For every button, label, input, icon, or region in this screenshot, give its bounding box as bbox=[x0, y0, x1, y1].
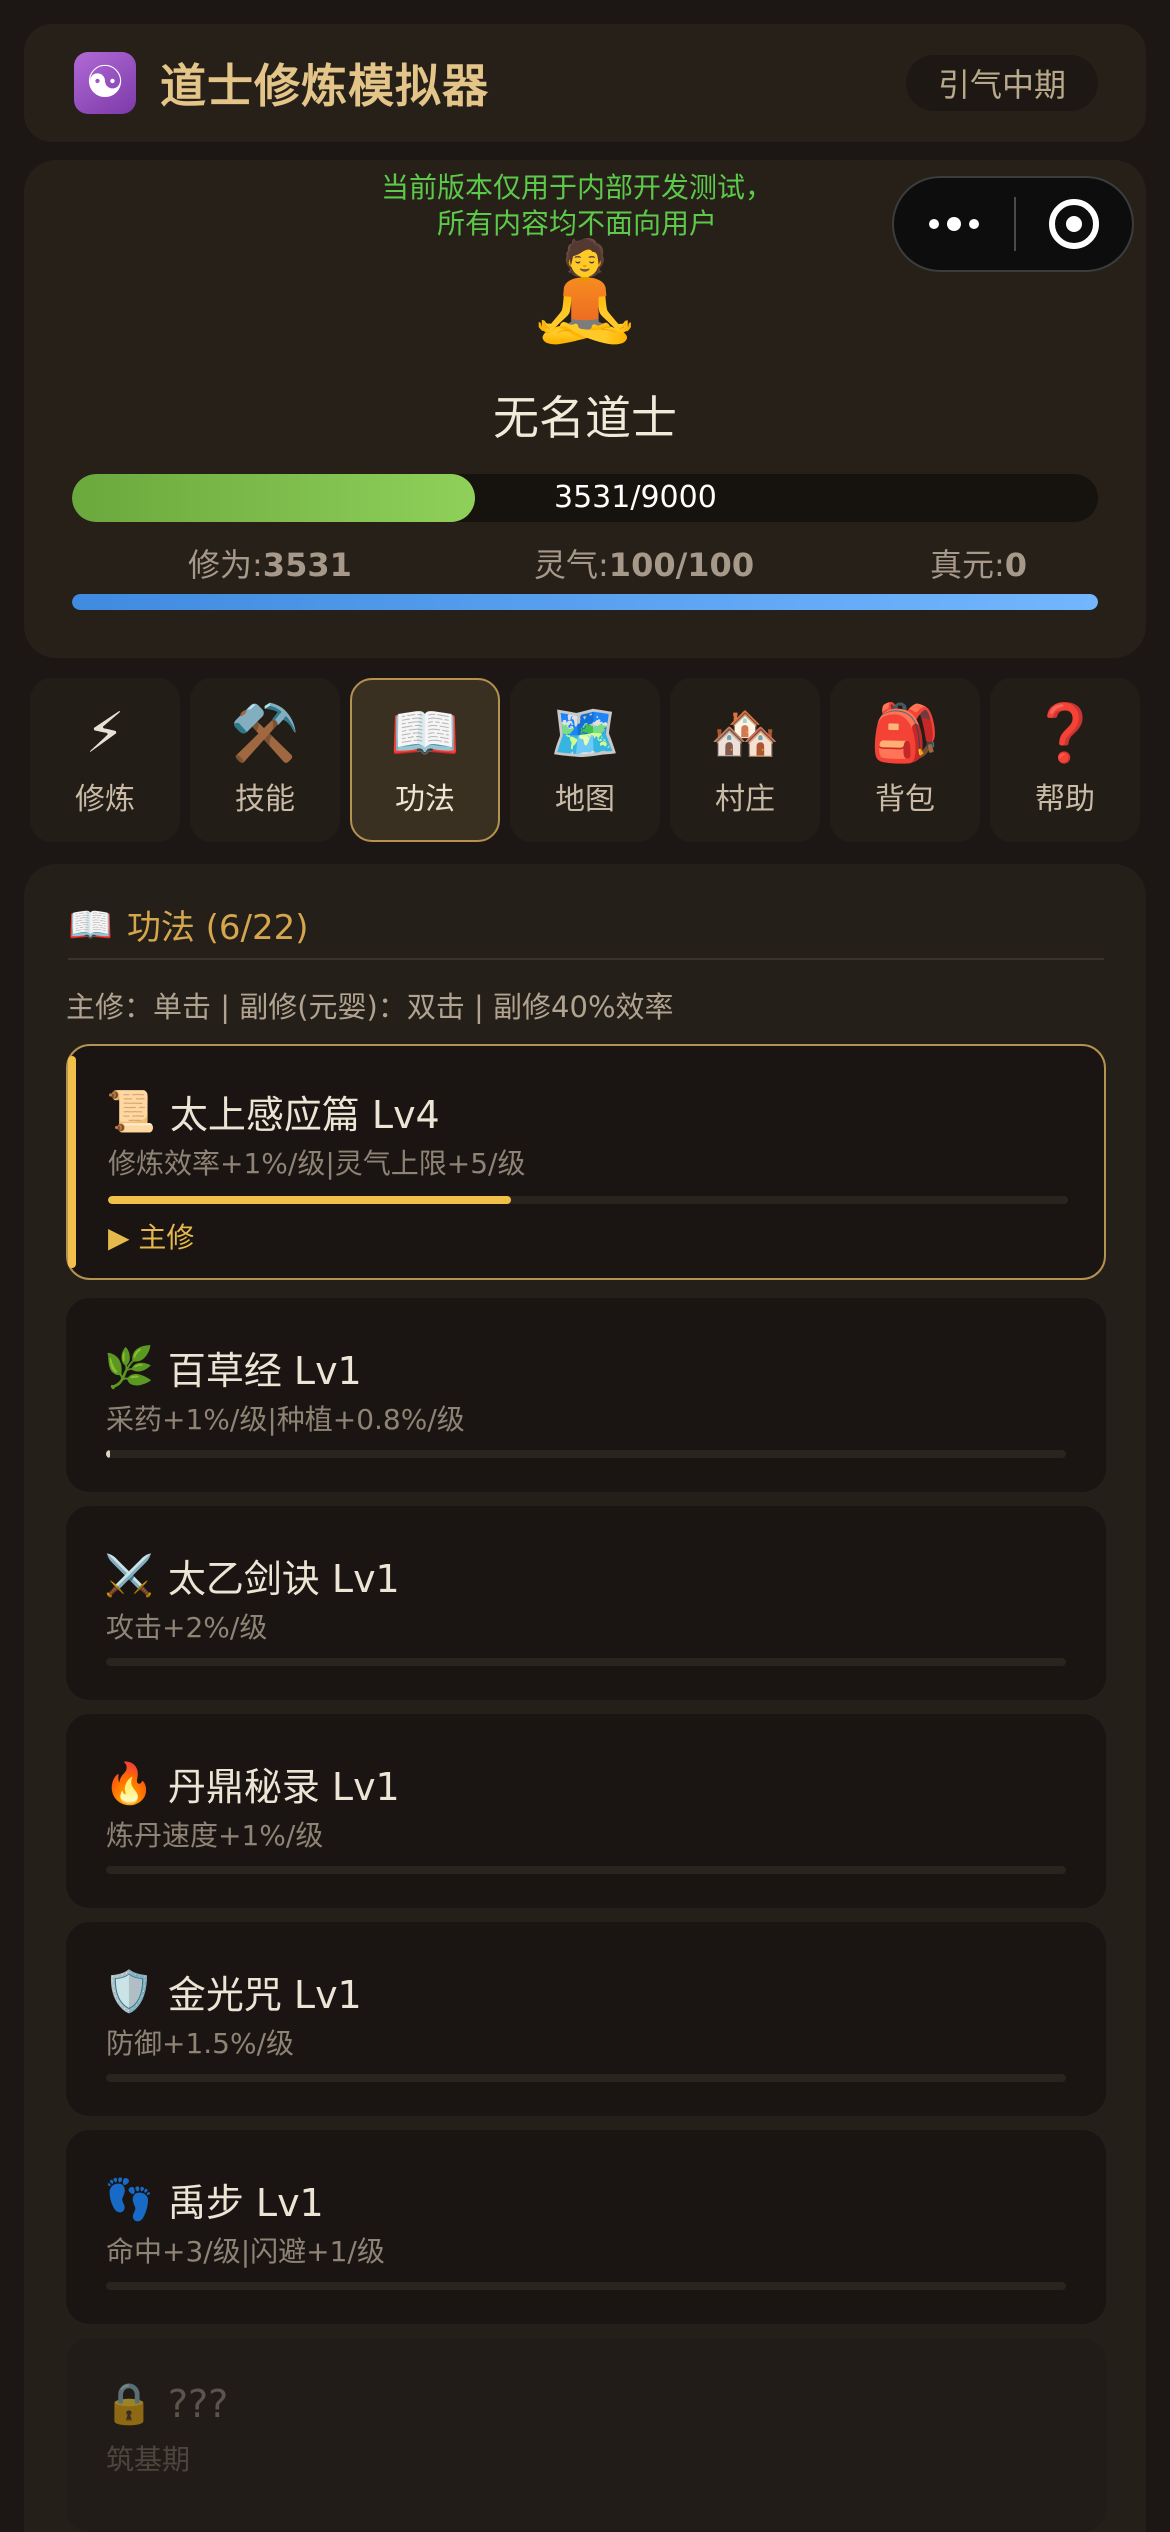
tab-village[interactable]: 🏘️ 村庄 bbox=[670, 678, 820, 842]
book-icon: 📖 bbox=[390, 701, 460, 766]
technique-unlock-requirement: 筑基期 bbox=[106, 2443, 191, 2476]
technique-name: 百草经 Lv1 bbox=[167, 1349, 362, 1393]
realm-badge: 引气中期 bbox=[905, 55, 1098, 111]
cultivation-progress-text: 3531/9000 bbox=[554, 480, 717, 515]
tab-help[interactable]: ❓ 帮助 bbox=[990, 678, 1140, 842]
player-card: 当前版本仅用于内部开发测试， 所有内容均不面向用户 🧘 无名道士 3531/90… bbox=[24, 160, 1146, 658]
tab-techniques[interactable]: 📖 功法 bbox=[350, 678, 500, 842]
tab-label: 村庄 bbox=[715, 782, 775, 817]
crossed-swords-icon: ⚔️ bbox=[104, 1553, 154, 1599]
book-icon: 📖 bbox=[68, 904, 113, 946]
techniques-panel: 📖 功法 (6/22) 主修：单击 | 副修(元婴)：双击 | 副修40%效率 … bbox=[24, 864, 1146, 2532]
panel-instructions: 主修：单击 | 副修(元婴)：双击 | 副修40%效率 bbox=[66, 990, 674, 1024]
tab-label: 背包 bbox=[875, 782, 935, 817]
divider bbox=[68, 958, 1104, 960]
panel-title-text: 功法 (6/22) bbox=[126, 908, 309, 948]
footprints-icon: 👣 bbox=[104, 2177, 154, 2223]
technique-progress bbox=[108, 1196, 1068, 1204]
technique-progress bbox=[106, 1866, 1066, 1874]
technique-name: 金光咒 Lv1 bbox=[167, 1973, 362, 2017]
technique-desc: 炼丹速度+1%/级 bbox=[106, 1819, 324, 1852]
cultivation-progress-bar: 3531/9000 bbox=[72, 474, 1098, 522]
technique-progress-fill bbox=[106, 1450, 110, 1458]
tab-label: 地图 bbox=[555, 782, 615, 817]
technique-desc: 修炼效率+1%/级|灵气上限+5/级 bbox=[108, 1147, 526, 1180]
tab-cultivate[interactable]: ⚡ 修炼 bbox=[30, 678, 180, 842]
technique-item[interactable]: ⚔️ 太乙剑诀 Lv1 攻击+2%/级 bbox=[66, 1506, 1106, 1700]
meditating-avatar: 🧘 bbox=[525, 235, 645, 347]
technique-item[interactable]: 👣 禹步 Lv1 命中+3/级|闪避+1/级 bbox=[66, 2130, 1106, 2324]
technique-item[interactable]: 🔥 丹鼎秘录 Lv1 炼丹速度+1%/级 bbox=[66, 1714, 1106, 1908]
technique-desc: 攻击+2%/级 bbox=[106, 1611, 268, 1644]
qi-bar bbox=[72, 594, 1098, 610]
tab-skills[interactable]: ⚒️ 技能 bbox=[190, 678, 340, 842]
question-icon: ❓ bbox=[1030, 701, 1100, 766]
herb-icon: 🌿 bbox=[104, 1345, 154, 1391]
map-icon: 🗺️ bbox=[550, 701, 620, 766]
backpack-icon: 🎒 bbox=[870, 701, 940, 766]
tab-backpack[interactable]: 🎒 背包 bbox=[830, 678, 980, 842]
lock-icon: 🔒 bbox=[104, 2381, 154, 2427]
stat-qi: 灵气:100/100 bbox=[534, 546, 755, 584]
technique-progress-fill bbox=[108, 1196, 512, 1204]
dev-notice-line1: 当前版本仅用于内部开发测试， bbox=[380, 171, 773, 204]
fire-icon: 🔥 bbox=[104, 1761, 154, 1807]
stats-row: 修为:3531 灵气:100/100 真元:0 bbox=[72, 540, 1098, 584]
yin-yang-icon: ☯ bbox=[74, 52, 136, 114]
technique-name: 太乙剑诀 Lv1 bbox=[167, 1557, 400, 1601]
scroll-icon: 📜 bbox=[106, 1089, 156, 1135]
stat-zhenyuan: 真元:0 bbox=[930, 546, 1028, 584]
tab-label: 功法 bbox=[395, 782, 455, 817]
technique-progress bbox=[106, 1658, 1066, 1666]
technique-item-locked: 🔒 ??? 筑基期 bbox=[66, 2338, 1106, 2532]
main-technique-tag: ▶ 主修 bbox=[108, 1221, 195, 1254]
technique-desc: 防御+1.5%/级 bbox=[106, 2027, 295, 2060]
technique-desc: 采药+1%/级|种植+0.8%/级 bbox=[106, 1403, 465, 1436]
qi-bar-fill bbox=[72, 594, 1098, 610]
technique-desc: 命中+3/级|闪避+1/级 bbox=[106, 2235, 385, 2268]
app-title: 道士修炼模拟器 bbox=[160, 59, 489, 113]
lightning-icon: ⚡ bbox=[85, 701, 125, 766]
tab-label: 技能 bbox=[235, 782, 295, 817]
shield-icon: 🛡️ bbox=[104, 1969, 154, 2015]
panel-title: 📖 功法 (6/22) bbox=[68, 900, 309, 949]
stat-cultivation: 修为:3531 bbox=[188, 546, 352, 584]
technique-progress bbox=[106, 2074, 1066, 2082]
technique-name: ??? bbox=[167, 2381, 229, 2426]
technique-item-main[interactable]: 📜 太上感应篇 Lv4 修炼效率+1%/级|灵气上限+5/级 ▶ 主修 bbox=[66, 1044, 1106, 1280]
technique-item[interactable]: 🛡️ 金光咒 Lv1 防御+1.5%/级 bbox=[66, 1922, 1106, 2116]
cultivation-progress-fill bbox=[72, 474, 475, 522]
tab-label: 修炼 bbox=[75, 782, 135, 817]
hammer-pick-icon: ⚒️ bbox=[230, 701, 300, 766]
tab-label: 帮助 bbox=[1035, 782, 1095, 817]
app-header: ☯ 道士修炼模拟器 引气中期 bbox=[24, 24, 1146, 142]
houses-icon: 🏘️ bbox=[710, 701, 780, 766]
technique-name: 禹步 Lv1 bbox=[167, 2181, 324, 2225]
tab-map[interactable]: 🗺️ 地图 bbox=[510, 678, 660, 842]
main-nav: ⚡ 修炼 ⚒️ 技能 📖 功法 🗺️ 地图 🏘️ 村庄 🎒 背包 ❓ 帮助 bbox=[30, 678, 1140, 842]
technique-name: 丹鼎秘录 Lv1 bbox=[167, 1765, 400, 1809]
player-name: 无名道士 bbox=[493, 391, 677, 445]
technique-name: 太上感应篇 Lv4 bbox=[169, 1093, 440, 1137]
technique-item[interactable]: 🌿 百草经 Lv1 采药+1%/级|种植+0.8%/级 bbox=[66, 1298, 1106, 1492]
technique-progress bbox=[106, 2282, 1066, 2290]
technique-progress bbox=[106, 1450, 1066, 1458]
